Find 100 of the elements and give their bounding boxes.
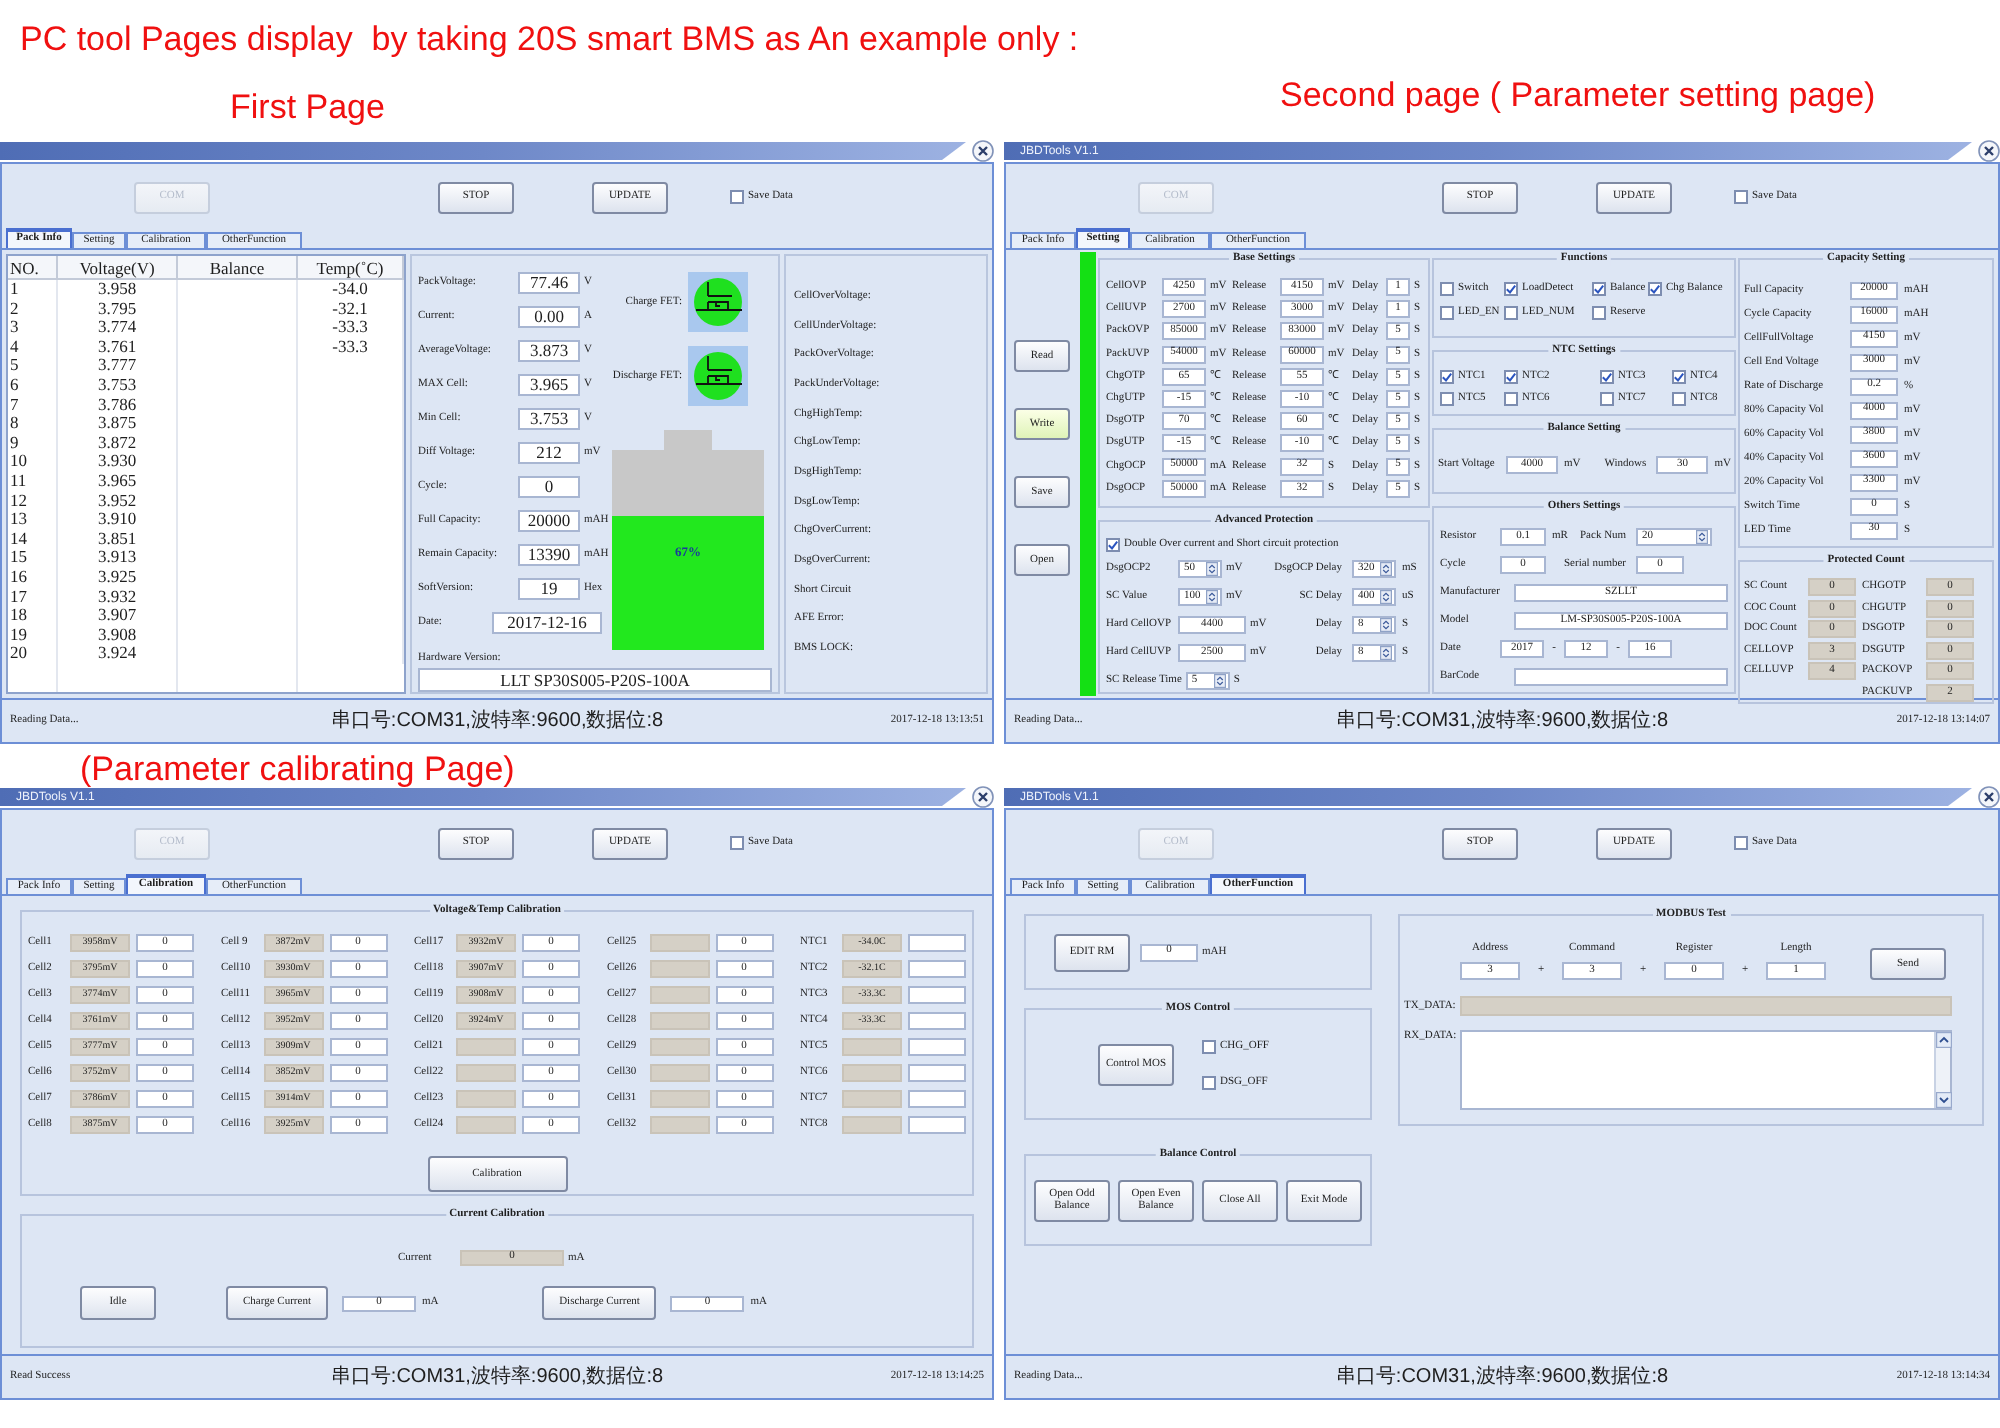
reading-field [649, 1038, 709, 1056]
checkbox[interactable] [1504, 392, 1518, 406]
reading-field [649, 986, 709, 1004]
checkbox[interactable] [1672, 392, 1686, 406]
spinner-icon [1380, 562, 1392, 576]
input-field[interactable]: 3.753 [518, 408, 580, 430]
checkbox[interactable] [1440, 282, 1454, 296]
table-cell: 3.777 [58, 356, 178, 376]
table-cell: 3.774 [58, 318, 178, 338]
input-field[interactable]: 2017-12-16 [492, 612, 602, 634]
input-field[interactable]: 3.965 [518, 374, 580, 396]
spinner-icon [1380, 618, 1392, 632]
reading-field [842, 1038, 902, 1056]
table-cell: 13 [8, 510, 58, 530]
checkbox[interactable] [1504, 282, 1518, 296]
checkbox[interactable] [730, 836, 744, 850]
port-status: 串口号:COM31,波特率:9600,数据位:8 [1335, 1365, 1669, 1389]
table-cell: -33.3 [298, 337, 404, 357]
checkmark-icon [1506, 372, 1516, 382]
offset-field[interactable] [908, 934, 966, 952]
table-cell: 14 [8, 529, 58, 549]
close-icon[interactable] [972, 786, 994, 808]
spinner-icon [1213, 674, 1226, 688]
checkbox[interactable] [1600, 392, 1614, 406]
input-field[interactable]: LLT SP30S005-P20S-100A [418, 668, 772, 692]
reading-field [456, 1090, 516, 1108]
checkmark-icon [1442, 372, 1452, 382]
spinner-icon [1206, 590, 1218, 604]
checkbox[interactable] [1202, 1075, 1216, 1089]
reading-field [649, 960, 709, 978]
offset-field[interactable] [908, 1012, 966, 1030]
table-cell: 3.753 [58, 375, 178, 396]
table-cell: 11 [8, 471, 58, 492]
offset-field[interactable] [908, 1064, 966, 1082]
input-field[interactable]: 13390 [518, 544, 580, 566]
reading-field [649, 1116, 709, 1134]
table-cell: 3.910 [58, 510, 178, 530]
close-icon[interactable] [972, 140, 994, 162]
checkmark-icon [1594, 284, 1604, 294]
table-cell: 3.932 [58, 587, 178, 607]
table-cell: -34.0 [298, 280, 404, 300]
table-cell: -33.3 [298, 318, 404, 338]
table-cell: 3.908 [58, 625, 178, 645]
table-cell: 3.924 [58, 644, 178, 664]
table-cell: 5 [8, 356, 58, 376]
checkbox[interactable] [1440, 306, 1454, 320]
checkbox[interactable] [1106, 537, 1120, 551]
page-caption: First Page [230, 88, 385, 126]
checkmark-icon [1674, 372, 1684, 382]
page-caption: (Parameter calibrating Page) [80, 750, 515, 788]
offset-field[interactable] [908, 1038, 966, 1056]
input-field[interactable]: 20000 [518, 510, 580, 532]
scroll-up-icon[interactable] [1936, 1032, 1952, 1048]
checkbox[interactable] [1440, 370, 1454, 384]
checkbox[interactable] [1202, 1039, 1216, 1053]
checkbox[interactable] [1440, 392, 1454, 406]
table-cell: 3.952 [58, 491, 178, 511]
spinner-icon [1380, 590, 1392, 604]
input-field[interactable]: 3.873 [518, 340, 580, 362]
table-cell: 12 [8, 491, 58, 511]
checkbox[interactable] [1592, 306, 1606, 320]
reading-field [456, 1038, 516, 1056]
rx-data-field[interactable] [1460, 1030, 1952, 1110]
input-field[interactable] [1514, 668, 1728, 686]
input-field[interactable]: 212 [518, 442, 580, 464]
checkbox[interactable] [1504, 306, 1518, 320]
reading-field [842, 1064, 902, 1082]
offset-field[interactable] [908, 986, 966, 1004]
table-cell: -32.1 [298, 299, 404, 319]
checkbox[interactable] [1592, 282, 1606, 296]
checkmark-icon [1108, 539, 1118, 549]
offset-field[interactable] [908, 1116, 966, 1134]
checkbox[interactable] [730, 190, 744, 204]
table-cell: 3 [8, 318, 58, 338]
table-cell: 3.761 [58, 337, 178, 357]
scroll-down-icon[interactable] [1936, 1092, 1952, 1108]
table-cell: 4 [8, 337, 58, 357]
input-field[interactable]: 77.46 [518, 272, 580, 294]
checkmark-icon [1650, 284, 1660, 294]
checkbox[interactable] [1648, 282, 1662, 296]
offset-field[interactable] [908, 1090, 966, 1108]
reading-field [649, 1012, 709, 1030]
close-icon[interactable] [1978, 140, 2000, 162]
column-header: Temp(˚C) [298, 256, 404, 278]
close-icon[interactable] [1978, 786, 2000, 808]
checkbox[interactable] [1504, 370, 1518, 384]
port-status: 串口号:COM31,波特率:9600,数据位:8 [330, 1365, 664, 1389]
input-field[interactable]: 0 [518, 476, 580, 498]
checkbox[interactable] [1600, 370, 1614, 384]
table-cell: 3.795 [58, 299, 178, 319]
page-heading: PC tool Pages display by taking 20S smart BMS as An example only : [20, 20, 1079, 58]
spinner-icon [1696, 530, 1708, 544]
offset-field[interactable] [908, 960, 966, 978]
checkbox[interactable] [1734, 190, 1748, 204]
port-status: 串口号:COM31,波特率:9600,数据位:8 [1335, 709, 1669, 733]
table-cell: 17 [8, 587, 58, 607]
input-field[interactable]: 19 [518, 578, 580, 600]
input-field[interactable]: 0.00 [518, 306, 580, 328]
checkbox[interactable] [1734, 836, 1748, 850]
checkbox[interactable] [1672, 370, 1686, 384]
